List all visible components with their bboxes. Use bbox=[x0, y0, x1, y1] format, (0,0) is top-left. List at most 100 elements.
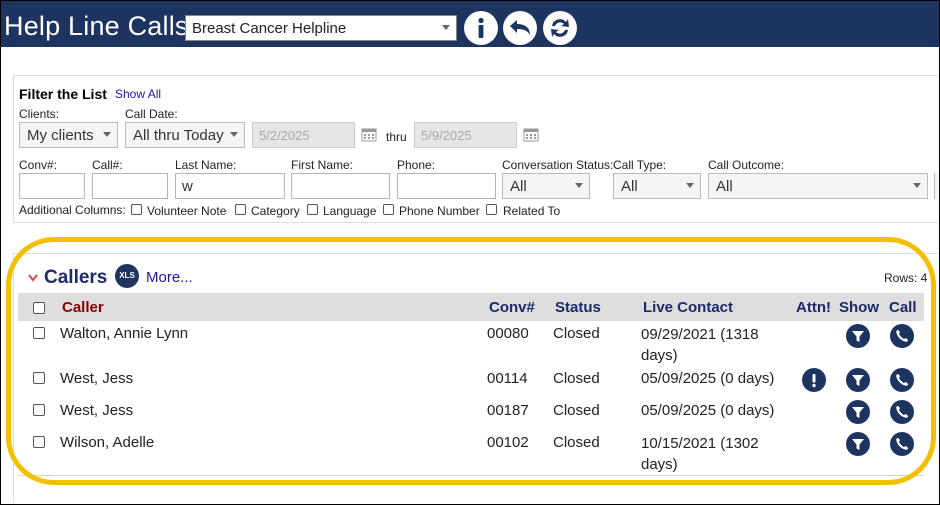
live-contact-text: 05/09/2025 (0 days) bbox=[641, 370, 775, 387]
filter-show-button[interactable] bbox=[846, 432, 870, 456]
chevron-down-icon bbox=[913, 183, 921, 188]
live-contact-text: 09/29/2021 (1318 days) bbox=[641, 326, 759, 364]
conv-number: 00080 bbox=[487, 325, 529, 342]
related-to-checkbox[interactable] bbox=[486, 204, 497, 215]
chevron-down-icon bbox=[442, 25, 450, 30]
status-column-header[interactable]: Status bbox=[555, 299, 601, 316]
live-contact-text: 05/09/2025 (0 days) bbox=[641, 402, 775, 419]
table-header bbox=[18, 293, 924, 321]
conversation-status-label: Conversation Status: bbox=[502, 158, 614, 172]
volunteer-note-label: Volunteer Note bbox=[147, 204, 227, 218]
call-outcome-select[interactable]: All bbox=[708, 173, 928, 199]
first-name-label: First Name: bbox=[291, 158, 354, 172]
table-row[interactable] bbox=[18, 398, 924, 431]
row-checkbox[interactable] bbox=[33, 404, 45, 416]
language-checkbox[interactable] bbox=[307, 204, 318, 215]
funnel-icon bbox=[852, 407, 864, 418]
first-name-input[interactable] bbox=[291, 173, 390, 199]
table-footer-row bbox=[18, 475, 924, 504]
additional-columns-label: Additional Columns: bbox=[19, 203, 126, 217]
conversation-status-value: All bbox=[510, 178, 527, 195]
date-from-input[interactable]: 5/2/2025 bbox=[252, 122, 355, 148]
filter-show-button[interactable] bbox=[846, 368, 870, 392]
xls-export-icon[interactable]: XLS bbox=[115, 264, 139, 288]
more-link[interactable]: More... bbox=[146, 269, 193, 286]
call-button[interactable] bbox=[890, 400, 914, 424]
attn-column-header: Attn! bbox=[796, 299, 831, 316]
date-to-input[interactable]: 5/9/2025 bbox=[414, 122, 517, 148]
call-type-label: Call Type: bbox=[613, 158, 667, 172]
call-type-select[interactable]: All bbox=[613, 173, 701, 199]
refresh-icon bbox=[544, 12, 576, 44]
funnel-icon bbox=[852, 375, 864, 386]
call-button[interactable] bbox=[890, 432, 914, 456]
show-column-header: Show bbox=[839, 299, 879, 316]
overflow-field-edge bbox=[934, 173, 938, 199]
clients-select[interactable]: My clients bbox=[19, 122, 118, 148]
phone-input[interactable] bbox=[397, 173, 496, 199]
phone-label: Phone: bbox=[397, 158, 436, 172]
table-row[interactable] bbox=[18, 366, 924, 399]
helpline-select-value: Breast Cancer Helpline bbox=[192, 20, 347, 37]
app-title: Help Line Calls bbox=[4, 11, 189, 41]
row-checkbox[interactable] bbox=[33, 436, 45, 448]
funnel-icon bbox=[852, 331, 864, 342]
chevron-down-icon bbox=[686, 183, 694, 188]
call-outcome-value: All bbox=[716, 178, 733, 195]
phone-icon bbox=[896, 406, 908, 418]
call-outcome-label: Call Outcome: bbox=[708, 158, 785, 172]
call-date-label: Call Date: bbox=[125, 107, 178, 121]
call-button[interactable] bbox=[890, 368, 914, 392]
filter-show-button[interactable] bbox=[846, 400, 870, 424]
back-button[interactable] bbox=[503, 11, 537, 45]
caller-name[interactable]: West, Jess bbox=[60, 370, 133, 387]
chevron-down-icon bbox=[103, 132, 111, 137]
live-contact-text: 10/15/2021 (1302 days) bbox=[641, 435, 759, 473]
caller-name[interactable]: West, Jess bbox=[60, 402, 133, 419]
caller-name[interactable]: Walton, Annie Lynn bbox=[60, 325, 188, 342]
conversation-status-select[interactable]: All bbox=[502, 173, 590, 199]
row-checkbox[interactable] bbox=[33, 327, 45, 339]
status-text: Closed bbox=[553, 402, 600, 419]
calendar-icon[interactable] bbox=[361, 127, 377, 142]
call-button[interactable] bbox=[890, 324, 914, 348]
last-name-input[interactable]: w bbox=[175, 173, 285, 199]
last-name-label: Last Name: bbox=[175, 158, 237, 172]
caller-name[interactable]: Wilson, Adelle bbox=[60, 434, 154, 451]
conv-column-header[interactable]: Conv# bbox=[489, 299, 535, 316]
phone-icon bbox=[896, 330, 908, 342]
chevron-down-icon bbox=[230, 132, 238, 137]
exclamation-icon bbox=[812, 374, 816, 388]
show-all-link[interactable]: Show All bbox=[115, 87, 161, 101]
helpline-select[interactable]: Breast Cancer Helpline bbox=[185, 15, 457, 41]
conv-input[interactable] bbox=[19, 173, 85, 199]
select-all-checkbox[interactable] bbox=[33, 302, 45, 314]
attention-indicator bbox=[802, 368, 826, 392]
language-label: Language bbox=[323, 204, 377, 218]
clients-select-value: My clients bbox=[27, 127, 94, 144]
call-column-header: Call bbox=[889, 299, 917, 316]
refresh-button[interactable] bbox=[543, 11, 577, 45]
call-date-select[interactable]: All thru Today bbox=[125, 122, 245, 148]
category-checkbox[interactable] bbox=[235, 204, 246, 215]
volunteer-note-checkbox[interactable] bbox=[131, 204, 142, 215]
calendar-icon[interactable] bbox=[523, 127, 539, 142]
header-gap bbox=[1, 47, 939, 75]
conv-number: 00187 bbox=[487, 402, 529, 419]
caller-column-header[interactable]: Caller bbox=[62, 299, 104, 316]
row-checkbox[interactable] bbox=[33, 372, 45, 384]
info-button[interactable] bbox=[464, 11, 498, 45]
phone-number-checkbox[interactable] bbox=[383, 204, 394, 215]
phone-number-label: Phone Number bbox=[399, 204, 480, 218]
live-contact-column-header[interactable]: Live Contact bbox=[643, 299, 733, 316]
call-number-input[interactable] bbox=[92, 173, 168, 199]
thru-label: thru bbox=[386, 130, 407, 144]
status-text: Closed bbox=[553, 325, 600, 342]
filter-show-button[interactable] bbox=[846, 324, 870, 348]
rows-count: Rows: 4 bbox=[884, 271, 928, 285]
collapse-chevron-icon[interactable] bbox=[28, 274, 38, 282]
category-label: Category bbox=[251, 204, 300, 218]
phone-icon bbox=[896, 374, 908, 386]
phone-icon bbox=[896, 438, 908, 450]
back-icon bbox=[504, 12, 536, 44]
